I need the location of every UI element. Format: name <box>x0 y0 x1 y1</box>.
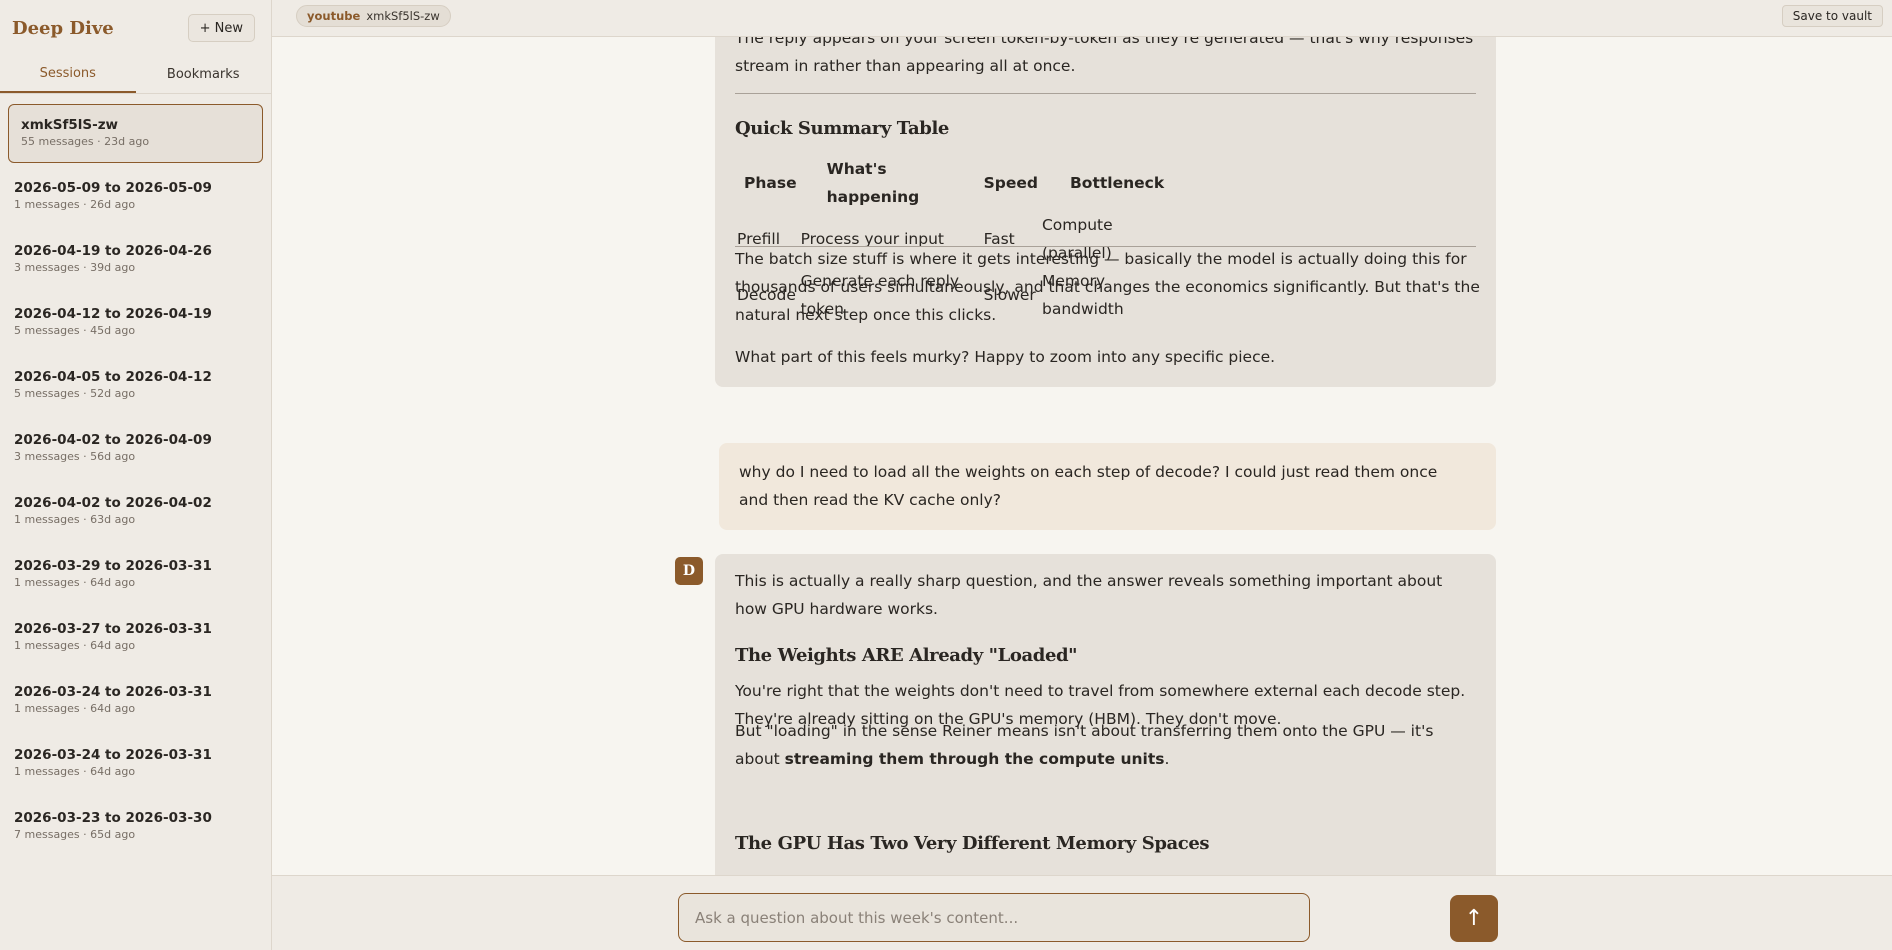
question-input[interactable] <box>678 893 1310 942</box>
chat-area: The reply appears on your screen token-b… <box>272 37 1892 875</box>
emphasis-text: streaming them through the compute units <box>784 750 1165 768</box>
tab-sessions[interactable]: Sessions <box>0 56 136 93</box>
sidebar-header: Deep Dive + New <box>0 0 271 56</box>
session-title: 2026-03-24 to 2026-03-31 <box>14 684 212 700</box>
section-heading: The Weights ARE Already "Loaded" <box>735 645 1078 666</box>
session-meta: 5 messages · 45d ago <box>14 324 136 337</box>
top-bar: youtube xmkSf5lS-zw Save to vault <box>272 0 1892 37</box>
session-list: xmkSf5lS-zw 55 messages · 23d ago 2026-0… <box>0 94 271 870</box>
session-meta: 55 messages · 23d ago <box>21 135 150 148</box>
send-button[interactable]: ↑ <box>1450 895 1498 942</box>
assistant-message: The reply appears on your screen token-b… <box>715 37 1496 387</box>
session-item[interactable]: 2026-03-24 to 2026-03-31 1 messages · 64… <box>8 734 263 793</box>
sidebar: Deep Dive + New Sessions Bookmarks xmkSf… <box>0 0 272 950</box>
session-title: 2026-03-27 to 2026-03-31 <box>14 621 212 637</box>
session-meta: 1 messages · 64d ago <box>14 639 136 652</box>
session-title: 2026-03-23 to 2026-03-30 <box>14 810 212 826</box>
session-item[interactable]: 2026-04-02 to 2026-04-09 3 messages · 56… <box>8 419 263 478</box>
source-id: xmkSf5lS-zw <box>366 9 440 23</box>
table-header: What's happening <box>826 160 920 206</box>
section-heading: The GPU Has Two Very Different Memory Sp… <box>735 833 1210 854</box>
sidebar-tabs: Sessions Bookmarks <box>0 56 271 94</box>
session-title: 2026-04-05 to 2026-04-12 <box>14 369 212 385</box>
message-paragraph: But "loading" in the sense Reiner means … <box>735 717 1480 773</box>
session-meta: 1 messages · 64d ago <box>14 765 136 778</box>
source-badge[interactable]: youtube xmkSf5lS-zw <box>296 5 451 27</box>
session-meta: 3 messages · 39d ago <box>14 261 136 274</box>
session-item[interactable]: 2026-03-29 to 2026-03-31 1 messages · 64… <box>8 545 263 604</box>
new-session-button[interactable]: + New <box>187 14 255 42</box>
session-title: 2026-04-12 to 2026-04-19 <box>14 306 212 322</box>
table-header: Phase <box>744 174 797 192</box>
session-meta: 1 messages · 64d ago <box>14 702 136 715</box>
paragraph-text: . <box>1164 750 1170 768</box>
session-item[interactable]: 2026-05-09 to 2026-05-09 1 messages · 26… <box>8 167 263 226</box>
session-item[interactable]: 2026-04-02 to 2026-04-02 1 messages · 63… <box>8 482 263 541</box>
session-title: 2026-03-29 to 2026-03-31 <box>14 558 212 574</box>
table-header: Bottleneck <box>1069 174 1165 192</box>
divider <box>735 93 1476 94</box>
section-heading: Quick Summary Table <box>735 118 949 139</box>
session-meta: 3 messages · 56d ago <box>14 450 136 463</box>
session-title: 2026-04-19 to 2026-04-26 <box>14 243 212 259</box>
save-to-vault-button[interactable]: Save to vault <box>1781 5 1883 27</box>
session-title: 2026-03-24 to 2026-03-31 <box>14 747 212 763</box>
assistant-avatar: D <box>675 557 703 585</box>
message-paragraph: The batch size stuff is where it gets in… <box>735 250 1480 324</box>
session-title: 2026-04-02 to 2026-04-09 <box>14 432 212 448</box>
session-meta: 1 messages · 64d ago <box>14 576 136 589</box>
session-item[interactable]: 2026-03-27 to 2026-03-31 1 messages · 64… <box>8 608 263 667</box>
arrow-up-icon: ↑ <box>1464 906 1484 931</box>
message-paragraph: What part of this feels murky? Happy to … <box>735 348 1276 366</box>
session-item[interactable]: 2026-04-05 to 2026-04-12 5 messages · 52… <box>8 356 263 415</box>
assistant-message: This is actually a really sharp question… <box>715 554 1496 875</box>
message-paragraph: why do I need to load all the weights on… <box>739 463 1438 509</box>
table-header-row: Phase What's happening Speed Bottleneck <box>735 155 1185 211</box>
tab-bookmarks[interactable]: Bookmarks <box>136 56 272 93</box>
session-item[interactable]: xmkSf5lS-zw 55 messages · 23d ago <box>8 104 263 163</box>
session-title: xmkSf5lS-zw <box>21 117 119 133</box>
app-title: Deep Dive <box>12 17 114 39</box>
session-item[interactable]: 2026-04-12 to 2026-04-19 5 messages · 45… <box>8 293 263 352</box>
session-item[interactable]: 2026-03-24 to 2026-03-31 1 messages · 64… <box>8 671 263 730</box>
session-item[interactable]: 2026-03-23 to 2026-03-30 7 messages · 65… <box>8 797 263 856</box>
table-header: Speed <box>983 174 1038 192</box>
session-meta: 7 messages · 65d ago <box>14 828 136 841</box>
session-meta: 1 messages · 26d ago <box>14 198 136 211</box>
composer: ↑ <box>272 875 1892 950</box>
message-paragraph: This is actually a really sharp question… <box>735 572 1443 618</box>
session-title: 2026-05-09 to 2026-05-09 <box>14 180 212 196</box>
session-title: 2026-04-02 to 2026-04-02 <box>14 495 212 511</box>
source-kind: youtube <box>307 9 361 23</box>
session-meta: 1 messages · 63d ago <box>14 513 136 526</box>
session-item[interactable]: 2026-04-19 to 2026-04-26 3 messages · 39… <box>8 230 263 289</box>
user-message: why do I need to load all the weights on… <box>719 443 1496 530</box>
message-paragraph: The reply appears on your screen token-b… <box>735 37 1474 75</box>
session-meta: 5 messages · 52d ago <box>14 387 136 400</box>
